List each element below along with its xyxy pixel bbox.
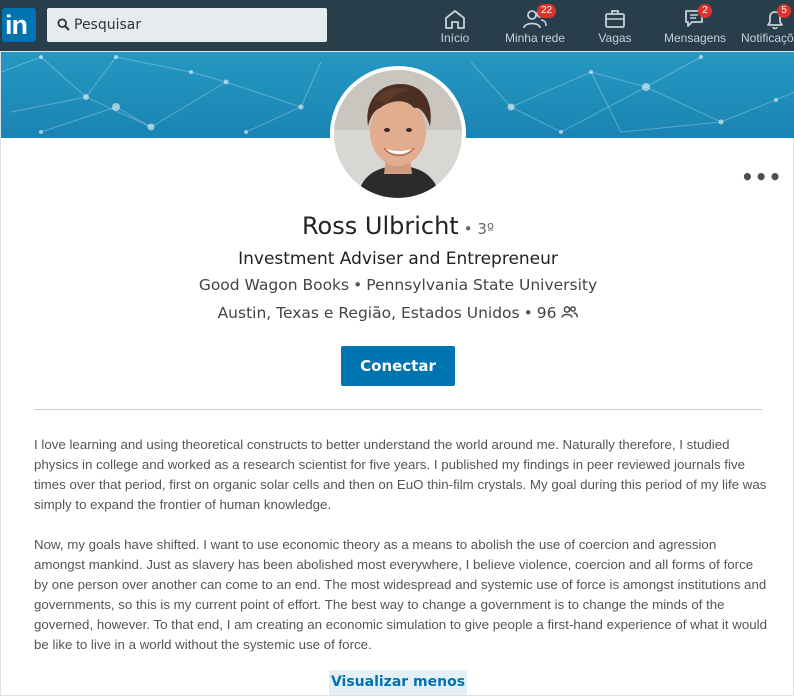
separator-dot: • [523, 304, 533, 322]
avatar [334, 70, 462, 198]
search-box[interactable] [47, 8, 327, 42]
location-row: Austin, Texas e Região, Estados Unidos • 9… [1, 304, 794, 322]
connections-count[interactable]: 96 [537, 304, 557, 322]
show-less-button[interactable]: Visualizar menos [329, 670, 467, 695]
home-icon [445, 10, 465, 29]
profile-headline: Investment Adviser and Entrepreneur [238, 249, 558, 269]
nav-label-jobs: Vagas [598, 31, 632, 45]
current-company[interactable]: Good Wagon Books [199, 276, 349, 294]
connect-button[interactable]: Conectar [341, 346, 455, 386]
profile-photo[interactable] [334, 70, 462, 198]
search-icon [57, 18, 70, 31]
nav-item-notifications[interactable]: 5 Notificações [741, 0, 794, 51]
profile-location: Austin, Texas e Região, Estados Unidos [217, 304, 520, 322]
profile-summary: I love learning and using theoretical co… [34, 435, 769, 675]
nav-item-messages[interactable]: 2 Mensagens [660, 0, 730, 51]
nav-label-messages: Mensagens [663, 31, 727, 45]
nav-item-jobs[interactable]: Vagas [590, 0, 640, 51]
connections-icon [561, 306, 579, 318]
network-badge: 22 [537, 4, 557, 18]
search-input[interactable] [74, 8, 319, 42]
section-divider [34, 409, 762, 410]
summary-paragraph: I love learning and using theoretical co… [34, 437, 767, 512]
briefcase-icon [605, 10, 625, 28]
name-row: Ross Ulbricht • 3º [1, 212, 794, 240]
company-school-row: Good Wagon Books • Pennsylvania State Univ… [1, 276, 794, 294]
profile-name: Ross Ulbricht [301, 212, 459, 240]
nav-label-home: Início [440, 31, 470, 45]
nav-label-notifications: Notificações [741, 31, 794, 45]
messages-badge: 2 [698, 4, 712, 18]
nav-item-network[interactable]: 22 Minha rede [500, 0, 570, 51]
separator-dot: • [353, 276, 363, 294]
nav-label-network: Minha rede [504, 31, 566, 45]
connection-degree: • 3º [463, 220, 495, 238]
nav-item-home[interactable]: Início [430, 0, 480, 51]
profile-photo-frame [330, 66, 466, 202]
more-options-button[interactable]: ••• [741, 167, 782, 187]
education-school[interactable]: Pennsylvania State University [366, 276, 597, 294]
linkedin-logo[interactable]: in [2, 8, 36, 42]
summary-paragraph: Now, my goals have shifted. I want to us… [34, 537, 767, 652]
show-less-label: Visualizar menos [330, 674, 466, 690]
profile-card: ••• Ross Ulbricht • 3º Investment Advise… [0, 51, 794, 696]
notifications-badge: 5 [777, 4, 791, 18]
top-navigation-bar: in Início 22 Minha rede Vagas [0, 0, 794, 51]
